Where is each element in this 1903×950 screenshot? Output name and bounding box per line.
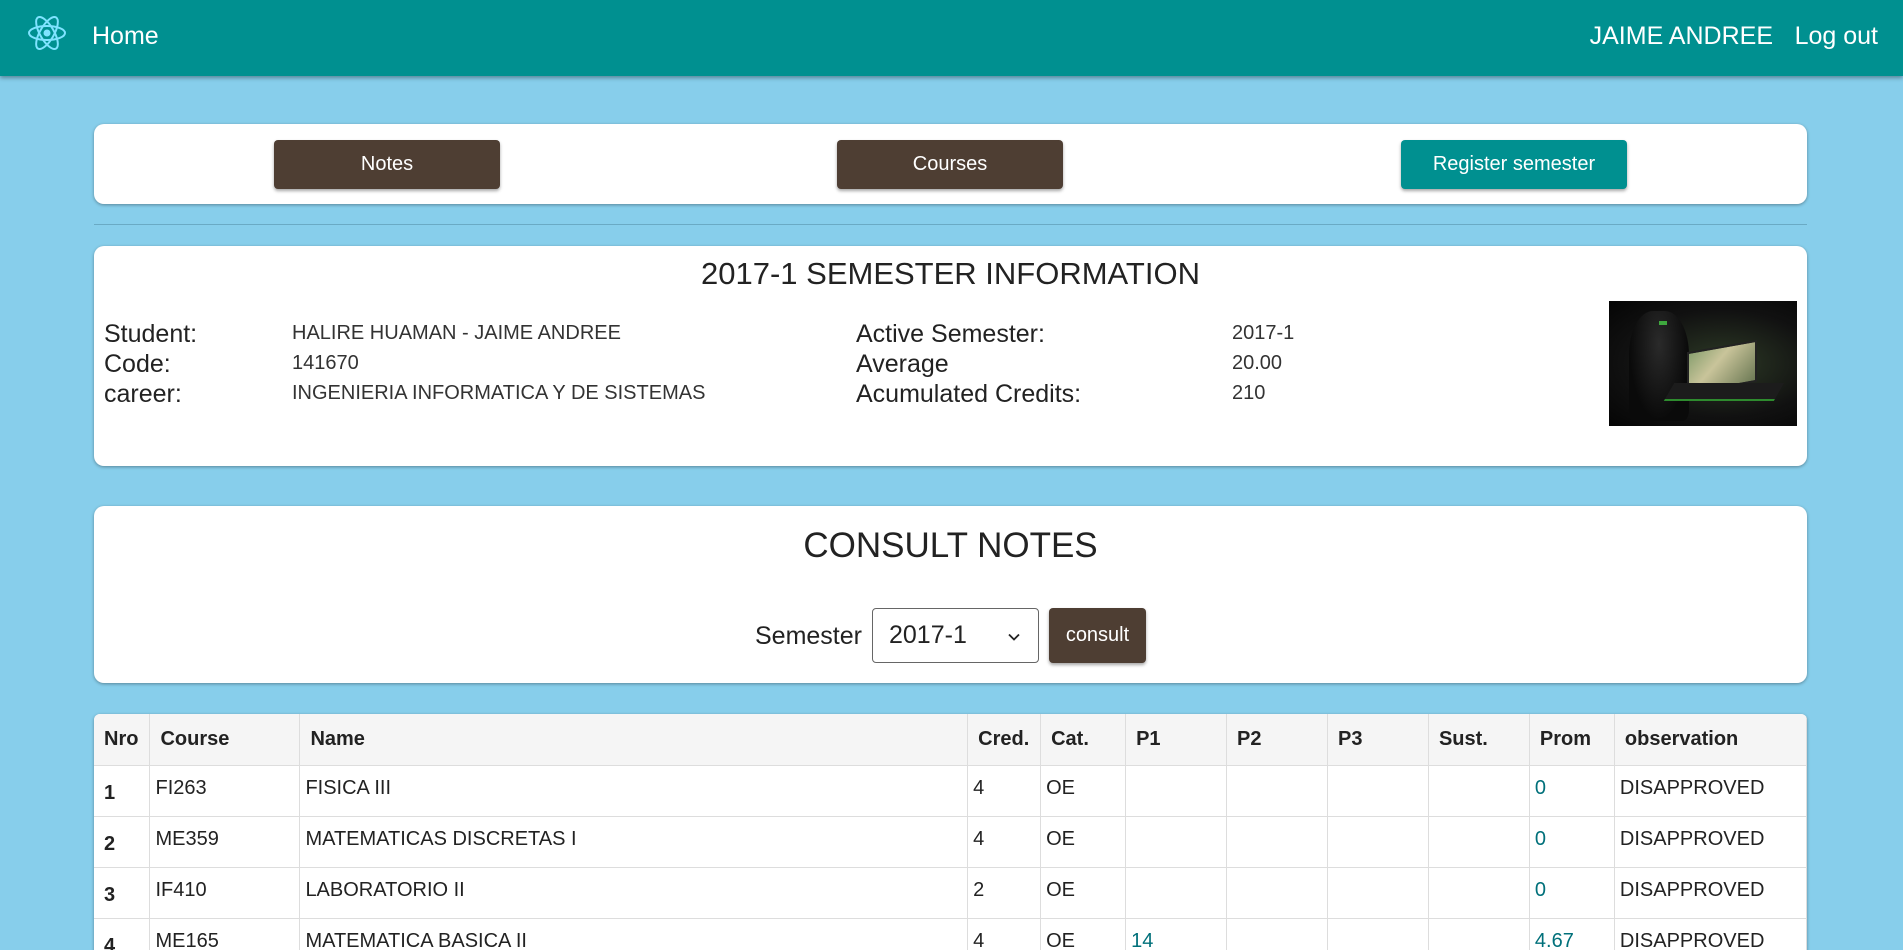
cell-cred: 4 bbox=[967, 765, 1042, 817]
user-name: JAIME ANDREE bbox=[1589, 22, 1773, 50]
notes-button[interactable]: Notes bbox=[274, 140, 500, 189]
cell-p3 bbox=[1327, 918, 1429, 950]
nav-home-link[interactable]: Home bbox=[92, 22, 159, 51]
header-p1: P1 bbox=[1125, 714, 1228, 766]
cell-p2 bbox=[1226, 918, 1328, 950]
header-nro: Nro bbox=[94, 714, 151, 766]
top-navbar: Home JAIME ANDREE Log out bbox=[0, 0, 1903, 76]
credits-label: Acumulated Credits: bbox=[856, 380, 1082, 408]
cell-cred: 2 bbox=[967, 867, 1042, 919]
semester-info-title: 2017-1 SEMESTER INFORMATION bbox=[701, 256, 1200, 291]
photo-headset-glow bbox=[1659, 321, 1667, 325]
consult-notes-card: CONSULT NOTES Semester 2017-1 consult bbox=[94, 506, 1807, 683]
cell-course: ME359 bbox=[149, 816, 301, 868]
cell-cat: OE bbox=[1040, 918, 1127, 950]
career-label: career: bbox=[104, 380, 182, 408]
header-prom: Prom bbox=[1529, 714, 1615, 766]
cell-p1 bbox=[1125, 867, 1228, 919]
student-value: HALIRE HUAMAN - JAIME ANDREE bbox=[292, 322, 621, 344]
average-value: 20.00 bbox=[1232, 352, 1283, 374]
cell-sust bbox=[1428, 816, 1530, 868]
semester-label: Semester bbox=[755, 622, 862, 650]
cell-prom: 4.67 bbox=[1529, 918, 1615, 950]
header-course: Course bbox=[149, 714, 301, 766]
semester-select[interactable]: 2017-1 bbox=[872, 608, 1039, 663]
cell-nro: 2 bbox=[94, 816, 151, 868]
cell-p1 bbox=[1125, 765, 1228, 817]
code-value: 141670 bbox=[292, 352, 359, 374]
cell-course: IF410 bbox=[149, 867, 301, 919]
cell-cred: 4 bbox=[967, 918, 1042, 950]
cell-p3 bbox=[1327, 765, 1429, 817]
cell-p3 bbox=[1327, 816, 1429, 868]
cell-cred: 4 bbox=[967, 816, 1042, 868]
cell-p2 bbox=[1226, 867, 1328, 919]
cell-prom: 0 bbox=[1529, 816, 1615, 868]
notes-table: Nro Course Name Cred. Cat. P1 P2 P3 Sust… bbox=[94, 714, 1807, 950]
active-semester-label: Active Semester: bbox=[856, 320, 1045, 348]
cell-name: LABORATORIO II bbox=[299, 867, 969, 919]
cell-sust bbox=[1428, 867, 1530, 919]
cell-name: MATEMATICA BASICA II bbox=[299, 918, 969, 950]
cell-cat: OE bbox=[1040, 867, 1127, 919]
header-name: Name bbox=[299, 714, 969, 766]
cell-p3 bbox=[1327, 867, 1429, 919]
table-row: 2 ME359 MATEMATICAS DISCRETAS I 4 OE 0 D… bbox=[94, 816, 1807, 868]
header-p2: P2 bbox=[1226, 714, 1328, 766]
cell-p1 bbox=[1125, 816, 1228, 868]
photo-person-silhouette bbox=[1629, 311, 1689, 421]
average-label: Average bbox=[856, 350, 949, 378]
cell-nro: 3 bbox=[94, 867, 151, 919]
cell-observation: DISAPPROVED bbox=[1614, 918, 1807, 950]
cell-course: ME165 bbox=[149, 918, 301, 950]
action-bar: Notes Courses Register semester bbox=[94, 124, 1807, 204]
cell-prom: 0 bbox=[1529, 867, 1615, 919]
notes-table-container: Nro Course Name Cred. Cat. P1 P2 P3 Sust… bbox=[94, 714, 1807, 950]
cell-observation: DISAPPROVED bbox=[1614, 816, 1807, 868]
cell-cat: OE bbox=[1040, 816, 1127, 868]
career-value: INGENIERIA INFORMATICA Y DE SISTEMAS bbox=[292, 382, 706, 404]
cell-prom: 0 bbox=[1529, 765, 1615, 817]
header-observation: observation bbox=[1614, 714, 1807, 766]
cell-course: FI263 bbox=[149, 765, 301, 817]
divider bbox=[94, 224, 1807, 225]
cell-observation: DISAPPROVED bbox=[1614, 765, 1807, 817]
cell-p1: 14 bbox=[1125, 918, 1228, 950]
cell-name: MATEMATICAS DISCRETAS I bbox=[299, 816, 969, 868]
cell-nro: 1 bbox=[94, 765, 151, 817]
credits-value: 210 bbox=[1232, 382, 1266, 404]
chevron-down-icon bbox=[1008, 633, 1020, 641]
semester-selected-value: 2017-1 bbox=[889, 621, 967, 649]
student-label: Student: bbox=[104, 320, 198, 348]
semester-info-card: 2017-1 SEMESTER INFORMATION Student: HAL… bbox=[94, 246, 1807, 466]
table-row: 4 ME165 MATEMATICA BASICA II 4 OE 14 4.6… bbox=[94, 918, 1807, 950]
code-label: Code: bbox=[104, 350, 171, 378]
photo-laptop-base bbox=[1663, 383, 1785, 401]
cell-name: FISICA III bbox=[299, 765, 969, 817]
active-semester-value: 2017-1 bbox=[1232, 322, 1295, 344]
header-cred: Cred. bbox=[967, 714, 1042, 766]
cell-nro: 4 bbox=[94, 918, 151, 950]
cell-observation: DISAPPROVED bbox=[1614, 867, 1807, 919]
table-header-row: Nro Course Name Cred. Cat. P1 P2 P3 Sust… bbox=[94, 714, 1807, 766]
cell-sust bbox=[1428, 918, 1530, 950]
cell-sust bbox=[1428, 765, 1530, 817]
consult-button[interactable]: consult bbox=[1049, 608, 1146, 663]
logout-link[interactable]: Log out bbox=[1795, 22, 1878, 51]
header-p3: P3 bbox=[1327, 714, 1429, 766]
cell-p2 bbox=[1226, 765, 1328, 817]
table-row: 1 FI263 FISICA III 4 OE 0 DISAPPROVED bbox=[94, 765, 1807, 817]
table-row: 3 IF410 LABORATORIO II 2 OE 0 DISAPPROVE… bbox=[94, 867, 1807, 919]
student-photo bbox=[1609, 301, 1797, 426]
cell-cat: OE bbox=[1040, 765, 1127, 817]
consult-notes-title: CONSULT NOTES bbox=[803, 526, 1098, 565]
react-atom-logo-icon[interactable] bbox=[26, 12, 68, 54]
courses-button[interactable]: Courses bbox=[837, 140, 1063, 189]
cell-p2 bbox=[1226, 816, 1328, 868]
header-sust: Sust. bbox=[1428, 714, 1530, 766]
header-cat: Cat. bbox=[1040, 714, 1127, 766]
register-semester-button[interactable]: Register semester bbox=[1401, 140, 1627, 189]
